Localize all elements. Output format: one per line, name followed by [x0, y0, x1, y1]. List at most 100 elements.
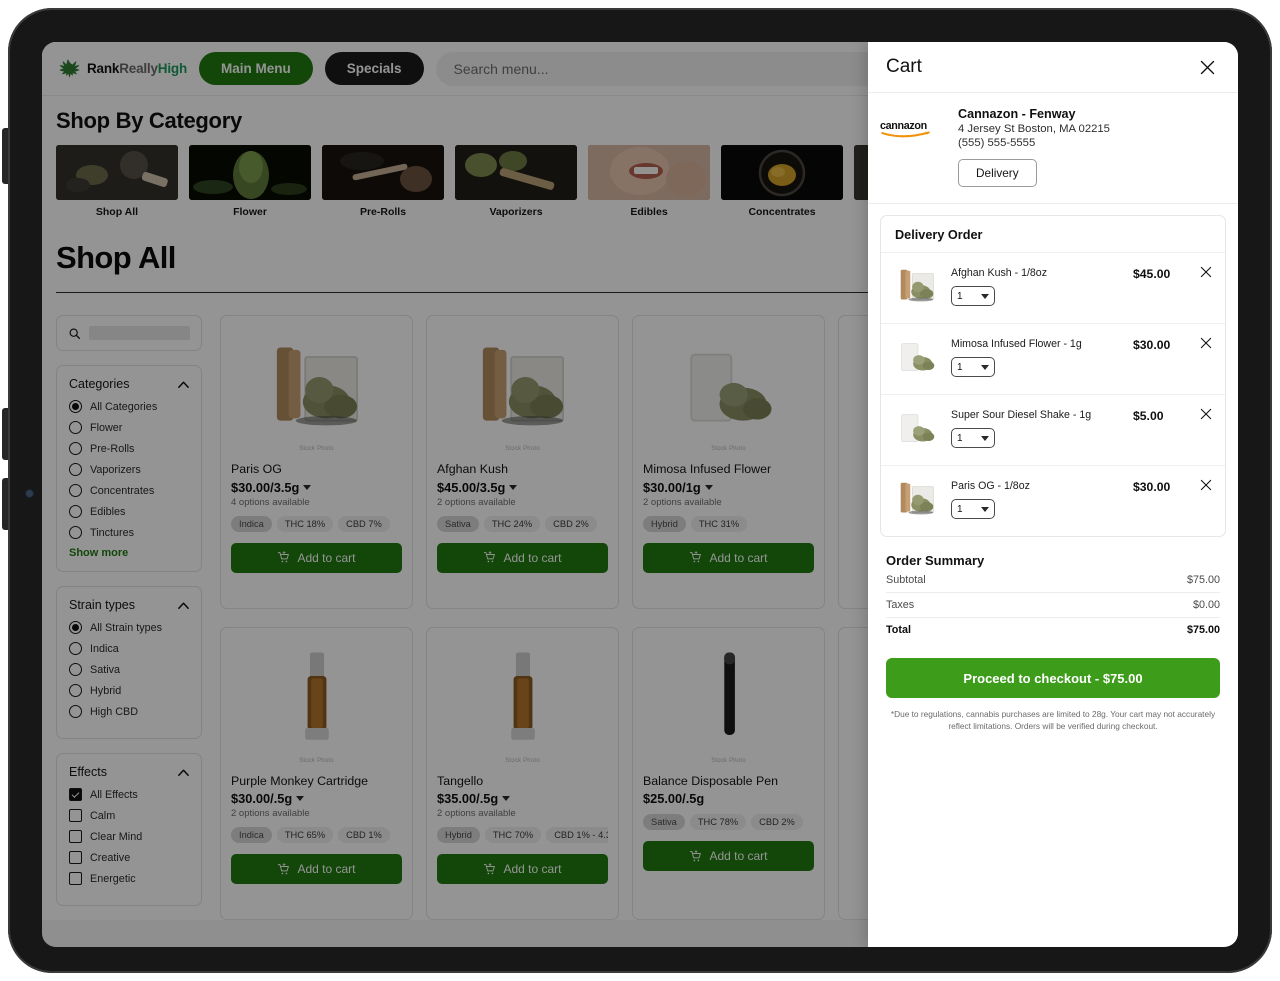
- radio-icon[interactable]: [69, 642, 82, 655]
- checkbox-icon[interactable]: [69, 872, 82, 885]
- product-price[interactable]: $30.00/.5g: [231, 791, 402, 806]
- add-to-cart-button[interactable]: Add to cart: [643, 542, 814, 573]
- filter-option-indica[interactable]: Indica: [69, 642, 189, 655]
- chevron-down-icon[interactable]: [704, 484, 713, 490]
- volume-down-button[interactable]: [2, 478, 8, 530]
- product-price[interactable]: $35.00/.5g: [437, 791, 608, 806]
- category-item-vaporizers[interactable]: Vaporizers: [455, 145, 577, 218]
- filter-option-vaporizers[interactable]: Vaporizers: [69, 463, 189, 476]
- remove-item-button[interactable]: [1199, 336, 1215, 352]
- radio-icon[interactable]: [69, 421, 82, 434]
- filter-option-label: Concentrates: [90, 484, 155, 497]
- chevron-down-icon[interactable]: [981, 506, 989, 512]
- show-more-link[interactable]: Show more: [69, 547, 189, 559]
- remove-item-button[interactable]: [1199, 407, 1215, 423]
- quantity-select[interactable]: 1: [951, 357, 995, 377]
- brand-logo[interactable]: RankReallyHigh: [56, 57, 187, 81]
- remove-item-button[interactable]: [1199, 265, 1215, 281]
- chevron-down-icon[interactable]: [981, 364, 989, 370]
- filter-group-header[interactable]: Effects: [69, 765, 189, 779]
- checkbox-icon[interactable]: [69, 809, 82, 822]
- product-card[interactable]: Stock Photo Afghan Kush $45.00/3.5g 2 optio…: [426, 315, 619, 609]
- product-card[interactable]: Stock Photo Balance Disposable Pen $25.00/…: [632, 626, 825, 920]
- category-item-pre-rolls[interactable]: Pre-Rolls: [322, 145, 444, 218]
- radio-icon[interactable]: [69, 684, 82, 697]
- chevron-down-icon[interactable]: [296, 796, 305, 802]
- filter-option-tinctures[interactable]: Tinctures: [69, 526, 189, 539]
- category-thumbnail: [588, 145, 710, 200]
- cart-close-button[interactable]: [1194, 54, 1220, 80]
- product-card[interactable]: Stock Photo Mimosa Infused Flower $30.00/1…: [632, 315, 825, 609]
- radio-icon[interactable]: [69, 705, 82, 718]
- filter-option-clear-mind[interactable]: Clear Mind: [69, 830, 189, 843]
- category-item-shop-all[interactable]: Shop All: [56, 145, 178, 218]
- filter-option-flower[interactable]: Flower: [69, 421, 189, 434]
- main-menu-button[interactable]: Main Menu: [199, 52, 313, 85]
- radio-icon[interactable]: [69, 484, 82, 497]
- quantity-select[interactable]: 1: [951, 499, 995, 519]
- filter-option-all-strain-types[interactable]: All Strain types: [69, 621, 189, 634]
- filter-group-header[interactable]: Categories: [69, 377, 189, 391]
- product-card[interactable]: Stock Photo Purple Monkey Cartridge $30.00…: [220, 626, 413, 920]
- radio-icon[interactable]: [69, 621, 82, 634]
- potency-tag: THC 24%: [483, 515, 541, 532]
- product-card[interactable]: Stock Photo Tangello $35.00/.5g 2 options a…: [426, 626, 619, 920]
- radio-icon[interactable]: [69, 526, 82, 539]
- radio-icon[interactable]: [69, 505, 82, 518]
- filter-option-sativa[interactable]: Sativa: [69, 663, 189, 676]
- chevron-down-icon[interactable]: [509, 484, 518, 490]
- chevron-down-icon[interactable]: [981, 435, 989, 441]
- filter-option-calm[interactable]: Calm: [69, 809, 189, 822]
- product-price[interactable]: $30.00/1g: [643, 480, 814, 495]
- product-card[interactable]: Stock Photo Paris OG $30.00/3.5g 4 options …: [220, 315, 413, 609]
- radio-icon[interactable]: [69, 663, 82, 676]
- filter-option-creative[interactable]: Creative: [69, 851, 189, 864]
- checkbox-icon[interactable]: [69, 788, 82, 801]
- add-to-cart-button[interactable]: Add to cart: [231, 854, 402, 885]
- add-to-cart-button[interactable]: Add to cart: [437, 542, 608, 573]
- category-label: Shop All: [95, 206, 139, 218]
- chevron-down-icon[interactable]: [303, 484, 312, 490]
- chevron-up-icon[interactable]: [178, 602, 189, 609]
- specials-button[interactable]: Specials: [324, 52, 424, 85]
- category-item-flower[interactable]: Flower: [189, 145, 311, 218]
- filter-option-edibles[interactable]: Edibles: [69, 505, 189, 518]
- product-price[interactable]: $30.00/3.5g: [231, 480, 402, 495]
- volume-up-button[interactable]: [2, 408, 8, 460]
- add-to-cart-button[interactable]: Add to cart: [231, 542, 402, 573]
- power-button[interactable]: [2, 128, 8, 184]
- category-item-concentrates[interactable]: Concentrates: [721, 145, 843, 218]
- product-price[interactable]: $25.00/.5g: [643, 791, 814, 806]
- chevron-down-icon[interactable]: [981, 293, 989, 299]
- add-to-cart-button[interactable]: Add to cart: [643, 841, 814, 872]
- chevron-up-icon[interactable]: [178, 769, 189, 776]
- radio-icon[interactable]: [69, 463, 82, 476]
- product-price[interactable]: $45.00/3.5g: [437, 480, 608, 495]
- proceed-to-checkout-button[interactable]: Proceed to checkout - $75.00: [886, 658, 1220, 698]
- filter-search-box[interactable]: [56, 315, 202, 351]
- chevron-down-icon[interactable]: [502, 796, 511, 802]
- filter-search-input[interactable]: [89, 326, 190, 340]
- radio-icon[interactable]: [69, 442, 82, 455]
- filter-option-all-categories[interactable]: All Categories: [69, 400, 189, 413]
- chevron-up-icon[interactable]: [178, 381, 189, 388]
- filter-group-header[interactable]: Strain types: [69, 598, 189, 612]
- filter-option-pre-rolls[interactable]: Pre-Rolls: [69, 442, 189, 455]
- category-item-edibles[interactable]: Edibles: [588, 145, 710, 218]
- filter-option-label: All Effects: [90, 788, 138, 801]
- filter-option-hybrid[interactable]: Hybrid: [69, 684, 189, 697]
- quantity-select[interactable]: 1: [951, 286, 995, 306]
- flower-bag-image: [901, 343, 935, 371]
- remove-item-button[interactable]: [1199, 478, 1215, 494]
- delivery-toggle-button[interactable]: Delivery: [958, 159, 1037, 187]
- quantity-select[interactable]: 1: [951, 428, 995, 448]
- filter-option-concentrates[interactable]: Concentrates: [69, 484, 189, 497]
- radio-icon[interactable]: [69, 400, 82, 413]
- checkbox-icon[interactable]: [69, 851, 82, 864]
- filter-option-all-effects[interactable]: All Effects: [69, 788, 189, 801]
- potency-tag: CBD 1%: [338, 827, 390, 844]
- filter-option-high-cbd[interactable]: High CBD: [69, 705, 189, 718]
- checkbox-icon[interactable]: [69, 830, 82, 843]
- add-to-cart-button[interactable]: Add to cart: [437, 854, 608, 885]
- filter-option-energetic[interactable]: Energetic: [69, 872, 189, 885]
